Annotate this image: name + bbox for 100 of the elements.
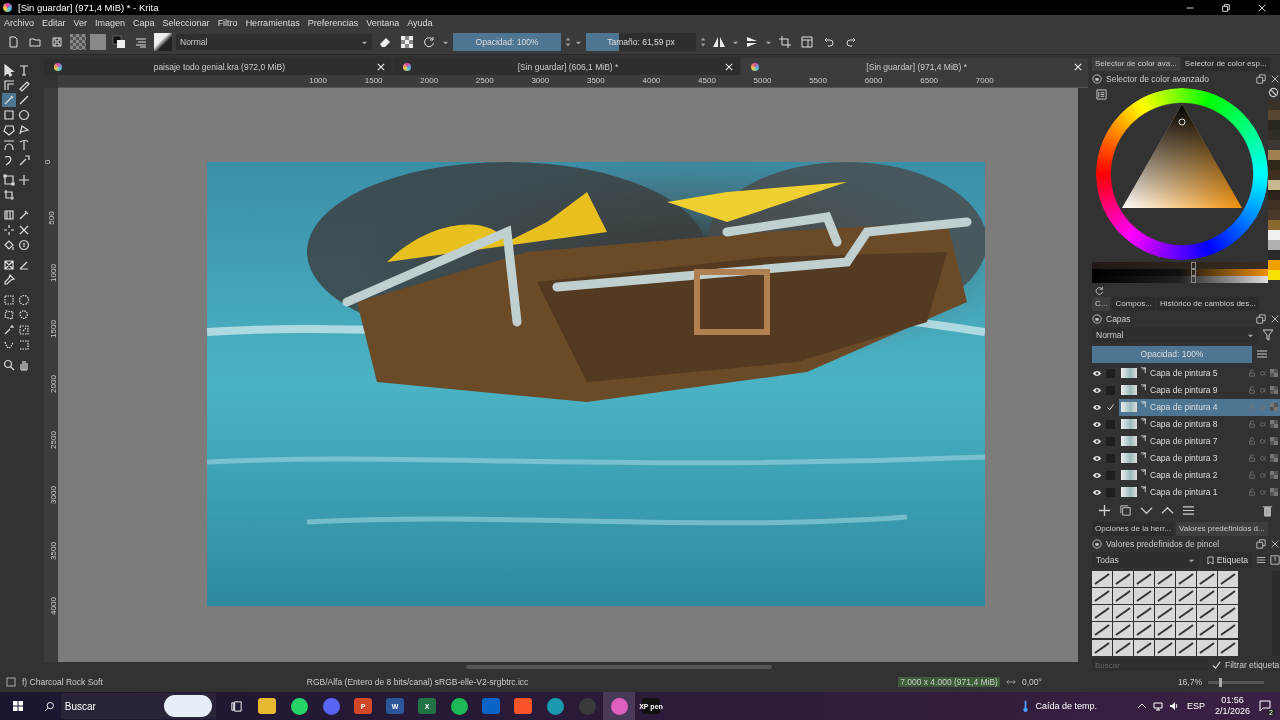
lock-icon[interactable] xyxy=(1092,73,1102,84)
magic-wand-icon[interactable] xyxy=(2,323,16,337)
slider-handle[interactable] xyxy=(1190,275,1196,283)
layer-row[interactable]: Capa de pintura 1 xyxy=(1119,483,1280,500)
document-tab[interactable]: [Sin guardar] (606,1 MiB) * xyxy=(392,58,740,75)
line-icon[interactable] xyxy=(17,93,31,107)
layer-row[interactable]: Capa de pintura 4 xyxy=(1119,398,1280,416)
float-icon[interactable] xyxy=(1256,313,1266,324)
hand-icon[interactable] xyxy=(17,358,31,372)
properties-icon[interactable] xyxy=(1182,504,1195,518)
eye-icon[interactable] xyxy=(1092,403,1102,411)
brush-preset-thumbnail[interactable] xyxy=(1092,605,1112,622)
brush-preset-thumbnail[interactable] xyxy=(1176,639,1196,656)
blend-mode-dropdown[interactable]: Normal xyxy=(1092,327,1258,344)
freehand-select-icon[interactable] xyxy=(17,308,31,322)
cross-icon[interactable] xyxy=(17,223,31,237)
brush-preset-thumbnail[interactable] xyxy=(1155,639,1175,656)
curve-icon[interactable] xyxy=(17,138,31,152)
brush-preset-thumbnail[interactable] xyxy=(1092,639,1112,656)
size-slider[interactable]: Tamaño: 61,59 px xyxy=(586,33,696,51)
brush-preset-thumbnail[interactable] xyxy=(1113,570,1133,587)
color-swatch[interactable] xyxy=(1268,259,1280,270)
eye-icon[interactable] xyxy=(1092,454,1102,462)
brush-preset-thumbnail[interactable] xyxy=(1218,639,1238,656)
slider-handle[interactable] xyxy=(1190,261,1196,269)
dynamic-brush-icon[interactable] xyxy=(17,153,31,167)
new-document-icon[interactable] xyxy=(6,35,20,49)
eye-icon[interactable] xyxy=(1092,488,1102,496)
trash-icon[interactable] xyxy=(1261,504,1274,518)
color-slider[interactable] xyxy=(1092,261,1268,269)
color-swatch[interactable] xyxy=(1268,179,1280,190)
color-swatch[interactable] xyxy=(1268,119,1280,130)
eye-icon[interactable] xyxy=(1092,369,1102,377)
brush-preset-thumbnail[interactable] xyxy=(1134,587,1154,604)
no-color-icon[interactable] xyxy=(1268,86,1279,98)
checkerboard-icon[interactable] xyxy=(1270,471,1278,480)
rectangle-icon[interactable] xyxy=(2,108,16,122)
windows-logo-icon[interactable] xyxy=(12,700,24,712)
brush-preset-thumbnail[interactable] xyxy=(1155,605,1175,622)
enclose-fill-icon[interactable] xyxy=(17,238,31,252)
menu-item[interactable]: Archivo xyxy=(4,17,34,28)
restore-icon[interactable] xyxy=(1221,2,1231,13)
brush-preset-thumbnail[interactable] xyxy=(1113,622,1133,639)
save-icon[interactable] xyxy=(50,35,64,49)
brush-preset-thumbnail[interactable] xyxy=(1155,570,1175,587)
brush-preset-thumbnail[interactable] xyxy=(1134,622,1154,639)
network-icon[interactable] xyxy=(1152,701,1163,711)
menu-item[interactable]: Editar xyxy=(42,17,66,28)
zoom-icon[interactable] xyxy=(2,358,16,372)
checkerboard-icon[interactable] xyxy=(1270,454,1278,463)
brush-preset-thumbnail[interactable] xyxy=(1092,587,1112,604)
color-triangle[interactable] xyxy=(1122,103,1242,208)
checkerboard-icon[interactable] xyxy=(1270,437,1278,446)
brush-preset-thumbnail[interactable] xyxy=(1197,622,1217,639)
brush-preset-thumbnail[interactable] xyxy=(1176,605,1196,622)
menu-item[interactable]: Seleccionar xyxy=(162,17,210,28)
slider-handle[interactable] xyxy=(1190,268,1196,276)
checkerboard-icon[interactable] xyxy=(400,35,414,49)
color-swatch[interactable] xyxy=(1268,169,1280,180)
brush-preset-thumbnail[interactable] xyxy=(1113,605,1133,622)
gradient-icon[interactable] xyxy=(2,208,16,222)
blend-mode-dropdown[interactable]: Normal xyxy=(176,34,372,50)
menu-item[interactable]: Ayuda xyxy=(407,17,433,28)
docker-tab[interactable]: Selector de color esp... xyxy=(1181,57,1270,71)
brush-preset-thumbnail[interactable] xyxy=(1176,622,1196,639)
layer-row[interactable]: Capa de pintura 8 xyxy=(1119,415,1280,433)
import-icon[interactable] xyxy=(1270,555,1280,566)
docker-tab[interactable]: C... xyxy=(1092,296,1111,311)
crop-icon[interactable] xyxy=(2,188,16,202)
lock-icon[interactable] xyxy=(1092,538,1102,549)
menu-item[interactable]: Preferencias xyxy=(307,17,359,28)
polygon-icon[interactable] xyxy=(2,123,16,137)
menu-item[interactable]: Filtro xyxy=(217,17,238,28)
tag-dropdown[interactable]: Todas xyxy=(1092,552,1199,569)
brush-preset-thumbnail[interactable] xyxy=(1155,622,1175,639)
checkerboard-icon[interactable] xyxy=(1270,386,1278,395)
brush-preset-thumbnail[interactable] xyxy=(1197,605,1217,622)
redo-icon[interactable] xyxy=(844,35,858,49)
pattern-swatch[interactable] xyxy=(90,34,106,50)
brush-preset-thumbnail[interactable] xyxy=(1176,570,1196,587)
gradient-swatch[interactable] xyxy=(70,34,86,50)
spinner-arrows-icon[interactable] xyxy=(565,35,571,49)
transform-icon[interactable] xyxy=(2,173,16,187)
brush-preset-thumbnail[interactable] xyxy=(1218,605,1238,622)
brush-preset-thumbnail[interactable] xyxy=(1113,587,1133,604)
brush-preset-thumbnail[interactable] xyxy=(1197,639,1217,656)
checkerboard-icon[interactable] xyxy=(1270,369,1278,378)
opacity-slider[interactable]: Opacidad: 100% xyxy=(453,33,561,51)
docker-tab[interactable]: Histórico de cambios des... xyxy=(1156,296,1259,311)
shape-edit-icon[interactable] xyxy=(2,78,16,92)
brush-preset-thumbnail[interactable] xyxy=(1113,639,1133,656)
document-tab[interactable]: paisaje todo genial.kra (972,0 MiB) xyxy=(44,58,391,75)
move-icon[interactable] xyxy=(17,173,31,187)
chevron-up-icon[interactable] xyxy=(1136,701,1147,711)
rect-select-icon[interactable] xyxy=(2,293,16,307)
scrollbar-thumb[interactable] xyxy=(466,665,772,669)
task-view-icon[interactable] xyxy=(230,699,243,713)
pin-icon[interactable] xyxy=(2,273,16,287)
bezier-icon[interactable] xyxy=(2,138,16,152)
color-swatch[interactable] xyxy=(1268,199,1280,210)
